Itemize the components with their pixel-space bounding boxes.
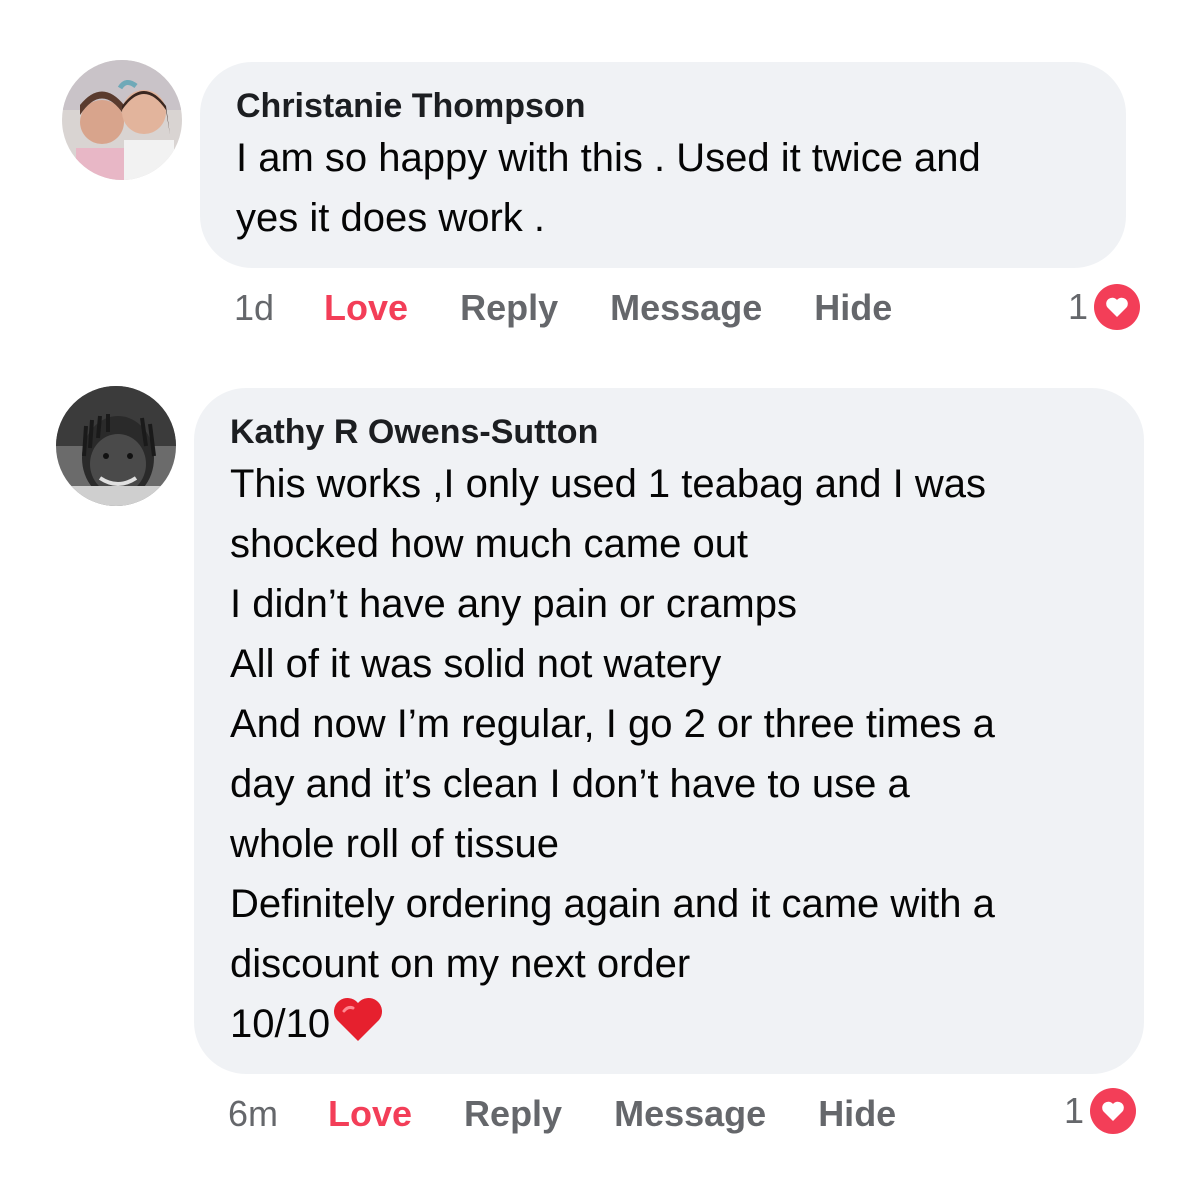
comment-text-line: 10/10 — [230, 1002, 331, 1046]
heart-icon — [1090, 1088, 1137, 1134]
comment-text-line: I am so happy with this . Used it twice … — [236, 136, 981, 180]
heart-icon — [1094, 284, 1141, 330]
comment-text-line: And now I’m regular, I go 2 or three tim… — [230, 702, 995, 746]
comment-text-last-line: 10/10 — [230, 994, 1144, 1060]
comment-text-line: yes it does work . — [236, 196, 546, 240]
comment-text-line: All of it was solid not watery — [230, 642, 722, 686]
avatar-image — [62, 60, 182, 180]
love-button[interactable]: Love — [328, 1093, 412, 1135]
reaction-summary[interactable]: 1 — [1068, 284, 1141, 330]
comment-bubble: Christanie Thompson I am so happy with t… — [200, 62, 1126, 268]
comment-text-line: whole roll of tissue — [230, 822, 560, 866]
comment-actions: 6m Love Reply Message Hide — [228, 1092, 896, 1136]
message-button[interactable]: Message — [614, 1093, 766, 1135]
comment-actions: 1d Love Reply Message Hide — [234, 286, 892, 330]
love-button[interactable]: Love — [324, 287, 408, 329]
comments-page: Christanie Thompson I am so happy with t… — [0, 0, 1200, 1200]
red-heart-emoji-icon — [332, 995, 384, 1060]
reaction-count: 1 — [1068, 286, 1089, 327]
comment-text-line: day and it’s clean I don’t have to use a — [230, 762, 910, 806]
hide-button[interactable]: Hide — [814, 287, 892, 329]
comment-text-line: Definitely ordering again and it came wi… — [230, 882, 995, 926]
reaction-summary[interactable]: 1 — [1064, 1088, 1137, 1134]
comment-text-line: This works ,I only used 1 teabag and I w… — [230, 462, 986, 506]
comment-text-line: discount on my next order — [230, 942, 691, 986]
comment-timestamp[interactable]: 1d — [234, 287, 274, 329]
avatar-image — [56, 386, 176, 506]
comment-author[interactable]: Kathy R Owens-Sutton — [230, 412, 1144, 452]
reaction-count: 1 — [1064, 1090, 1085, 1131]
avatar[interactable] — [62, 60, 182, 180]
hide-button[interactable]: Hide — [818, 1093, 896, 1135]
message-button[interactable]: Message — [610, 287, 762, 329]
comment-bubble: Kathy R Owens-Sutton This works ,I only … — [194, 388, 1144, 1074]
comment-author[interactable]: Christanie Thompson — [236, 86, 1126, 126]
comment-timestamp[interactable]: 6m — [228, 1093, 278, 1135]
comment-text-line: shocked how much came out — [230, 522, 749, 566]
reply-button[interactable]: Reply — [464, 1093, 562, 1135]
avatar[interactable] — [56, 386, 176, 506]
reply-button[interactable]: Reply — [460, 287, 558, 329]
comment-text-line: I didn’t have any pain or cramps — [230, 582, 797, 626]
